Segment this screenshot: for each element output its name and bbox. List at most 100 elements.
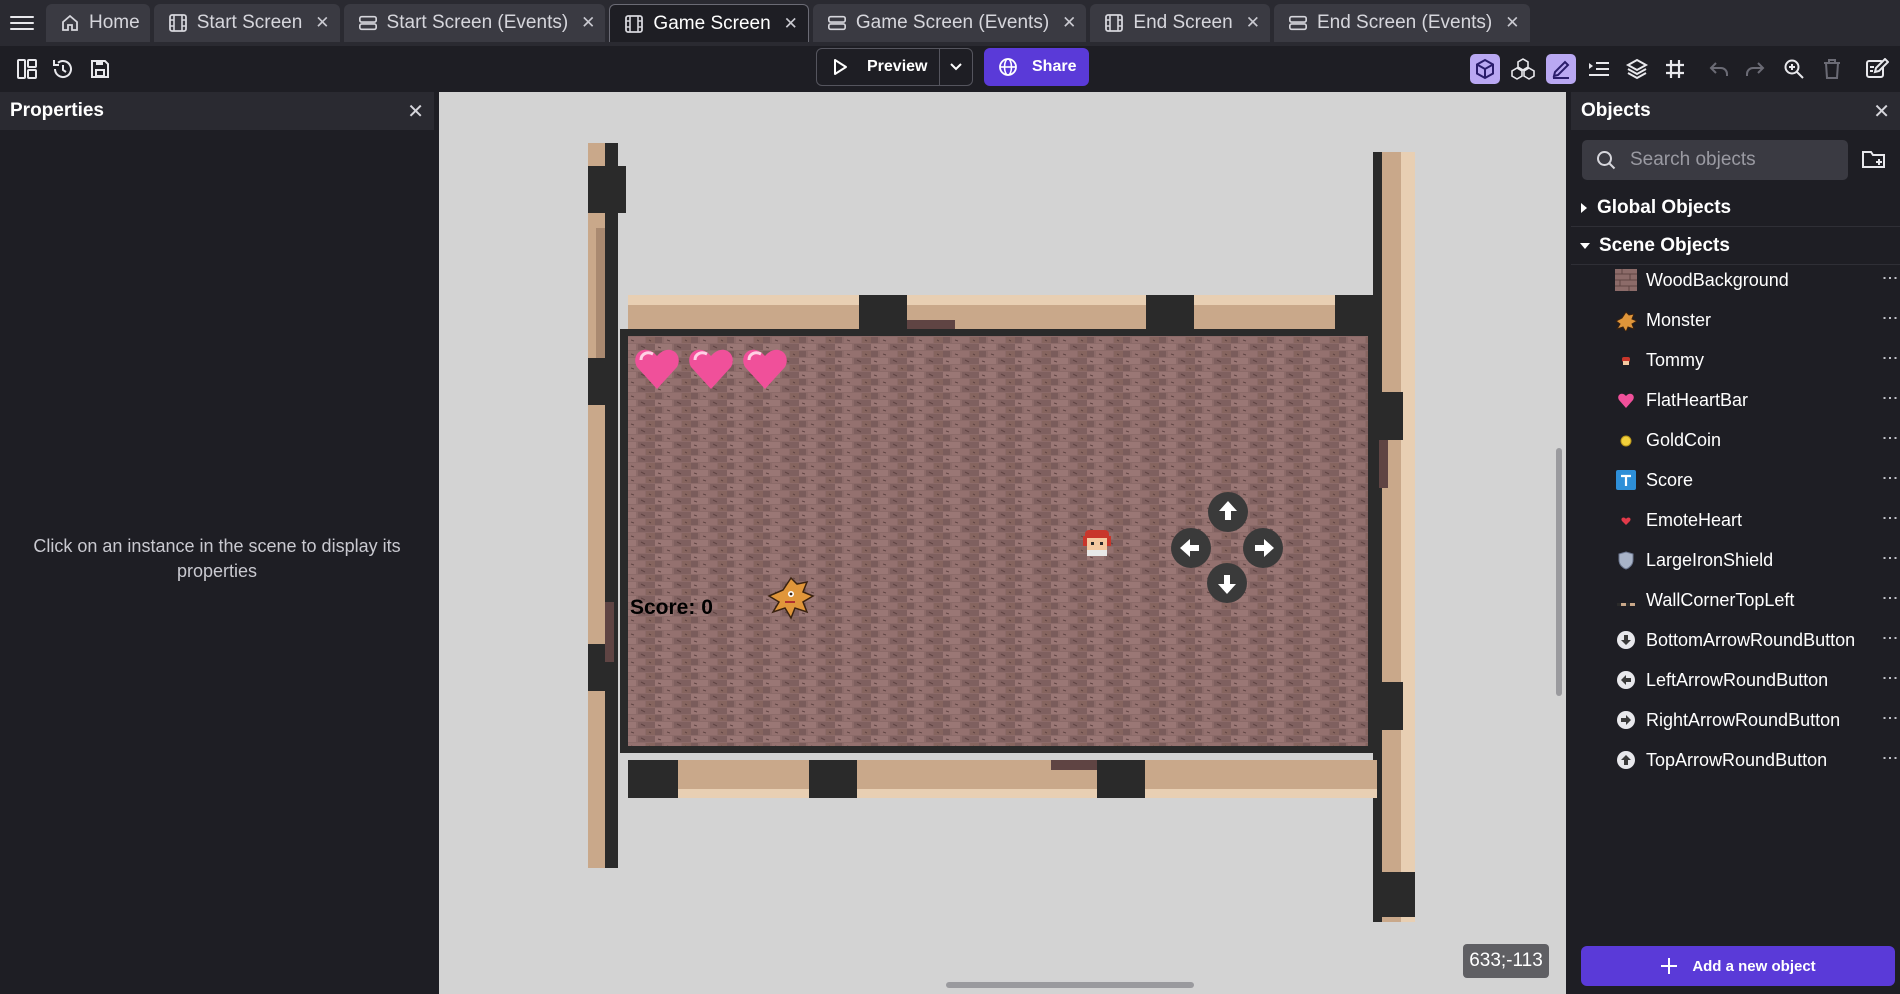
preview-options-chevron-down-icon[interactable] [940, 62, 972, 72]
object-item-right-arrow-round-button[interactable]: RightArrowRoundButton ⋮ [1571, 700, 1900, 740]
arrow-down-button-icon [1615, 629, 1637, 651]
grid-icon[interactable] [1660, 54, 1690, 84]
objects-title: Objects [1581, 100, 1651, 121]
more-options-icon[interactable]: ⋮ [1881, 390, 1898, 406]
tab-start-screen[interactable]: Start Screen ✕ [153, 4, 340, 42]
tab-end-screen[interactable]: End Screen ✕ [1090, 4, 1270, 42]
more-options-icon[interactable]: ⋮ [1881, 750, 1898, 766]
close-tab-icon[interactable]: ✕ [581, 13, 595, 33]
globe-icon [999, 58, 1017, 76]
tab-home[interactable]: Home [46, 4, 150, 42]
undo-icon[interactable] [1704, 54, 1734, 84]
object-item-wall-corner-top-left[interactable]: WallCornerTopLeft ⋮ [1571, 580, 1900, 620]
tommy-sprite-icon [1615, 349, 1637, 371]
zoom-icon[interactable] [1779, 54, 1809, 84]
horizontal-scrollbar[interactable] [946, 982, 1194, 988]
heart-icon [1615, 389, 1637, 411]
play-icon [834, 59, 847, 75]
close-properties-icon[interactable]: ✕ [407, 99, 424, 124]
objects-group-icon[interactable] [1508, 54, 1538, 84]
close-tab-icon[interactable]: ✕ [1505, 13, 1519, 33]
more-options-icon[interactable]: ⋮ [1881, 470, 1898, 486]
more-options-icon[interactable]: ⋮ [1881, 710, 1898, 726]
top-arrow-round-button [1208, 492, 1248, 532]
object-item-wood-background[interactable]: WoodBackground ⋮ [1571, 260, 1900, 300]
object-name: RightArrowRoundButton [1646, 709, 1841, 730]
edit-pencil-icon[interactable] [1546, 54, 1576, 84]
object-item-large-iron-shield[interactable]: LargeIronShield ⋮ [1571, 540, 1900, 580]
tab-label: Home [89, 12, 140, 33]
object-item-monster[interactable]: Monster ⋮ [1571, 300, 1900, 340]
object-item-gold-coin[interactable]: GoldCoin ⋮ [1571, 420, 1900, 460]
layers-icon[interactable] [1622, 54, 1652, 84]
more-options-icon[interactable]: ⋮ [1881, 430, 1898, 446]
panels-layout-icon[interactable] [12, 54, 42, 84]
object-item-top-arrow-round-button[interactable]: TopArrowRoundButton ⋮ [1571, 740, 1900, 780]
film-icon [1104, 13, 1124, 33]
properties-empty-message: Click on an instance in the scene to dis… [33, 536, 401, 581]
shield-icon [1615, 549, 1637, 571]
objects-header: Objects ✕ [1571, 92, 1900, 130]
search-placeholder: Search objects [1630, 149, 1756, 170]
more-options-icon[interactable]: ⋮ [1881, 310, 1898, 326]
history-icon[interactable] [48, 54, 78, 84]
right-arrow-round-button [1243, 528, 1283, 568]
add-folder-icon[interactable] [1861, 147, 1887, 173]
save-icon[interactable] [85, 54, 115, 84]
vertical-scrollbar[interactable] [1556, 448, 1562, 696]
film-icon [624, 14, 644, 34]
redo-icon[interactable] [1740, 54, 1770, 84]
global-objects-section[interactable]: Global Objects [1571, 189, 1900, 227]
tab-game-screen[interactable]: Game Screen ✕ [609, 4, 809, 42]
film-icon [168, 13, 188, 33]
close-tab-icon[interactable]: ✕ [1062, 13, 1076, 33]
share-label: Share [1032, 58, 1077, 75]
share-button[interactable]: Share [984, 48, 1089, 86]
close-tab-icon[interactable]: ✕ [315, 13, 329, 33]
object-item-emote-heart[interactable]: EmoteHeart ⋮ [1571, 500, 1900, 540]
properties-header: Properties ✕ [0, 92, 434, 130]
object-item-left-arrow-round-button[interactable]: LeftArrowRoundButton ⋮ [1571, 660, 1900, 700]
object-name: WallCornerTopLeft [1646, 589, 1795, 610]
text-object-icon [1615, 469, 1637, 491]
add-new-object-button[interactable]: Add a new object [1581, 946, 1895, 986]
close-tab-icon[interactable]: ✕ [1246, 13, 1260, 33]
score-text: Score: 0 [630, 596, 713, 619]
tab-start-screen-events[interactable]: Start Screen (Events) ✕ [343, 4, 606, 42]
home-icon [60, 13, 80, 33]
search-objects-field[interactable]: Search objects [1582, 140, 1848, 180]
more-options-icon[interactable]: ⋮ [1881, 630, 1898, 646]
more-options-icon[interactable]: ⋮ [1881, 550, 1898, 566]
coin-icon [1615, 429, 1637, 451]
more-options-icon[interactable]: ⋮ [1881, 350, 1898, 366]
object-name: TopArrowRoundButton [1646, 749, 1828, 770]
delete-icon[interactable] [1817, 54, 1847, 84]
hamburger-menu-icon[interactable] [10, 12, 34, 32]
bottom-arrow-round-button [1207, 563, 1247, 603]
edit-properties-icon[interactable] [1862, 54, 1892, 84]
arrow-up-button-icon [1615, 749, 1637, 771]
events-icon [358, 13, 378, 33]
close-tab-icon[interactable]: ✕ [784, 14, 798, 34]
caret-right-icon [1581, 202, 1587, 213]
tab-game-screen-events[interactable]: Game Screen (Events) ✕ [812, 4, 1087, 42]
3d-cube-icon[interactable] [1470, 54, 1500, 84]
object-item-flat-heart-bar[interactable]: FlatHeartBar ⋮ [1571, 380, 1900, 420]
plus-icon [1661, 958, 1678, 974]
properties-panel: Properties ✕ Click on an instance in the… [0, 92, 434, 994]
more-options-icon[interactable]: ⋮ [1881, 670, 1898, 686]
object-item-bottom-arrow-round-button[interactable]: BottomArrowRoundButton ⋮ [1571, 620, 1900, 660]
tab-end-screen-events[interactable]: End Screen (Events) ✕ [1273, 4, 1530, 42]
tab-label: Game Screen (Events) [855, 12, 1050, 33]
more-options-icon[interactable]: ⋮ [1881, 510, 1898, 526]
more-options-icon[interactable]: ⋮ [1881, 270, 1898, 286]
instances-list-icon[interactable] [1584, 54, 1614, 84]
object-item-score[interactable]: Score ⋮ [1571, 460, 1900, 500]
left-arrow-round-button [1171, 528, 1211, 568]
more-options-icon[interactable]: ⋮ [1881, 590, 1898, 606]
close-objects-icon[interactable]: ✕ [1873, 99, 1890, 124]
object-item-tommy[interactable]: Tommy ⋮ [1571, 340, 1900, 380]
events-icon [1288, 13, 1308, 33]
scene-canvas[interactable]: Score: 0 [439, 92, 1566, 994]
preview-button[interactable]: Preview [817, 49, 941, 85]
